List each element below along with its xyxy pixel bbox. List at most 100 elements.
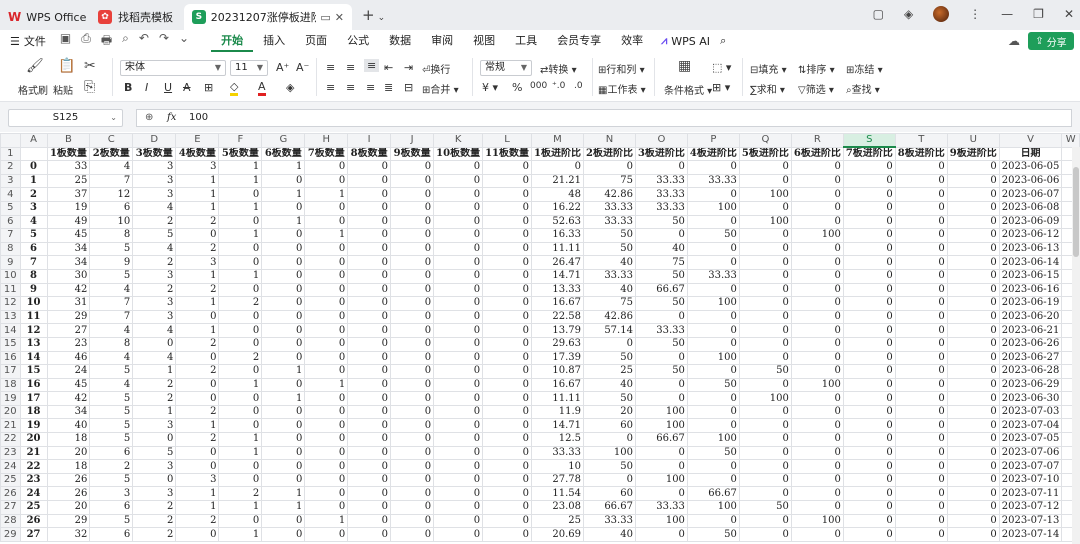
table-cell[interactable]: 1 <box>175 296 220 311</box>
table-cell[interactable]: 0 <box>347 472 392 488</box>
redo-icon[interactable]: ↷ <box>159 31 169 52</box>
table-cell[interactable]: 0 <box>894 500 948 515</box>
table-cell[interactable]: 2023-07-06 <box>998 445 1063 461</box>
table-cell[interactable]: 0 <box>482 214 533 230</box>
table-cell[interactable]: 2023-07-14 <box>998 527 1063 542</box>
table-cell[interactable]: 25 <box>582 364 636 379</box>
table-cell[interactable]: 2 <box>175 336 220 352</box>
table-cell[interactable]: 0 <box>347 486 392 502</box>
table-cell[interactable]: 2023-07-05 <box>998 432 1063 447</box>
table-cell[interactable]: 33.33 <box>531 445 584 461</box>
table-cell[interactable]: 50 <box>686 445 740 461</box>
table-cell[interactable]: 23 <box>46 336 91 352</box>
table-cell[interactable]: 0 <box>433 187 484 202</box>
table-cell[interactable]: 0 <box>686 513 740 529</box>
table-cell[interactable]: 10 <box>531 459 584 474</box>
table-cell[interactable]: 1 <box>218 432 263 447</box>
table-cell[interactable]: 0 <box>738 282 792 298</box>
column-header-b[interactable]: B <box>46 133 91 148</box>
table-cell[interactable]: 0 <box>347 500 392 515</box>
table-cell[interactable]: 0 <box>634 350 688 366</box>
table-cell[interactable]: 0 <box>482 513 533 529</box>
header-cell[interactable]: 2板进阶比 <box>582 146 636 162</box>
italic-icon[interactable]: I <box>145 81 148 94</box>
table-cell[interactable]: 0 <box>842 459 896 474</box>
table-cell[interactable]: 0 <box>842 513 896 529</box>
table-cell[interactable]: 2 <box>89 459 134 474</box>
table-cell[interactable]: 0 <box>738 255 792 270</box>
table-cell[interactable]: 0 <box>790 296 844 311</box>
table-cell[interactable]: 0 <box>347 214 392 230</box>
table-cell[interactable]: 0 <box>261 228 306 243</box>
table-cell[interactable]: 1 <box>175 323 220 338</box>
table-cell[interactable]: 0 <box>347 377 392 393</box>
table-cell[interactable]: 2023-06-05 <box>998 160 1063 175</box>
table-cell[interactable]: 0 <box>304 309 349 325</box>
table-cell[interactable]: 0 <box>738 418 792 434</box>
table-cell[interactable]: 0 <box>175 445 220 461</box>
column-header-n[interactable]: N <box>582 133 636 148</box>
table-style-icon[interactable]: ⊞ ▾ <box>712 81 730 94</box>
table-cell[interactable]: 0 <box>482 445 533 461</box>
bold-icon[interactable]: B <box>124 81 132 94</box>
table-cell[interactable]: 0 <box>482 472 533 488</box>
header-cell[interactable]: 5板数量 <box>218 146 263 162</box>
table-cell[interactable]: 12.5 <box>531 432 584 447</box>
table-cell[interactable]: 3 <box>132 268 177 284</box>
table-cell[interactable]: 26 <box>19 513 48 529</box>
table-cell[interactable]: 4 <box>89 323 134 338</box>
find-button[interactable]: ⌕查找 ▾ <box>846 81 880 96</box>
table-cell[interactable]: 0 <box>347 459 392 474</box>
table-cell[interactable]: 0 <box>218 364 263 379</box>
table-cell[interactable]: 11.11 <box>531 391 584 406</box>
zoom-icon[interactable]: ⊕ <box>145 110 153 126</box>
table-cell[interactable]: 48 <box>531 187 584 202</box>
table-cell[interactable]: 0 <box>347 404 392 420</box>
table-cell[interactable]: 0 <box>261 513 306 529</box>
table-cell[interactable]: 0 <box>218 187 263 202</box>
close-icon[interactable]: ✕ <box>335 11 344 24</box>
table-cell[interactable]: 50 <box>634 364 688 379</box>
table-cell[interactable]: 0 <box>582 160 636 175</box>
table-cell[interactable]: 0 <box>946 486 1000 502</box>
table-cell[interactable]: 0 <box>482 500 533 515</box>
tab-page[interactable]: 页面 <box>295 30 337 52</box>
table-cell[interactable]: 10 <box>89 214 134 230</box>
avatar[interactable] <box>933 6 950 22</box>
table-cell[interactable]: 0 <box>790 268 844 284</box>
table-cell[interactable]: 1 <box>304 187 349 202</box>
table-cell[interactable]: 5 <box>89 241 134 257</box>
header-cell[interactable]: 4板数量 <box>175 146 220 162</box>
table-cell[interactable]: 0 <box>946 445 1000 461</box>
table-cell[interactable]: 0 <box>482 173 533 189</box>
table-cell[interactable]: 2 <box>132 282 177 298</box>
table-cell[interactable]: 0 <box>304 527 349 542</box>
table-cell[interactable]: 0 <box>946 391 1000 406</box>
cut-icon[interactable]: ✂ <box>84 58 96 74</box>
column-header-v[interactable]: V <box>998 133 1063 148</box>
table-cell[interactable]: 0 <box>482 200 533 216</box>
table-cell[interactable]: 42 <box>46 282 91 298</box>
header-cell[interactable]: 10板数量 <box>433 146 484 162</box>
table-cell[interactable]: 0 <box>738 336 792 352</box>
table-cell[interactable]: 33.33 <box>634 187 688 202</box>
table-cell[interactable]: 0 <box>842 228 896 243</box>
table-cell[interactable]: 0 <box>790 214 844 230</box>
table-cell[interactable]: 0 <box>790 486 844 502</box>
table-cell[interactable]: 0 <box>946 377 1000 393</box>
column-header-w[interactable]: W <box>1061 133 1080 148</box>
table-cell[interactable]: 0 <box>390 268 435 284</box>
format-painter-icon[interactable]: 🖌 <box>26 58 44 74</box>
table-cell[interactable]: 0 <box>261 268 306 284</box>
table-cell[interactable]: 0 <box>790 241 844 257</box>
tab-templates[interactable]: ✿ 找稻壳模板 <box>90 4 182 30</box>
table-cell[interactable]: 4 <box>89 350 134 366</box>
table-cell[interactable]: 33.33 <box>686 268 740 284</box>
table-cell[interactable]: 2 <box>175 364 220 379</box>
select-all-corner[interactable] <box>0 133 21 148</box>
column-header-r[interactable]: R <box>790 133 844 148</box>
header-cell[interactable]: 1板进阶比 <box>531 146 584 162</box>
table-cell[interactable]: 2023-06-14 <box>998 255 1063 270</box>
table-cell[interactable]: 0 <box>433 418 484 434</box>
table-cell[interactable]: 2 <box>132 391 177 406</box>
